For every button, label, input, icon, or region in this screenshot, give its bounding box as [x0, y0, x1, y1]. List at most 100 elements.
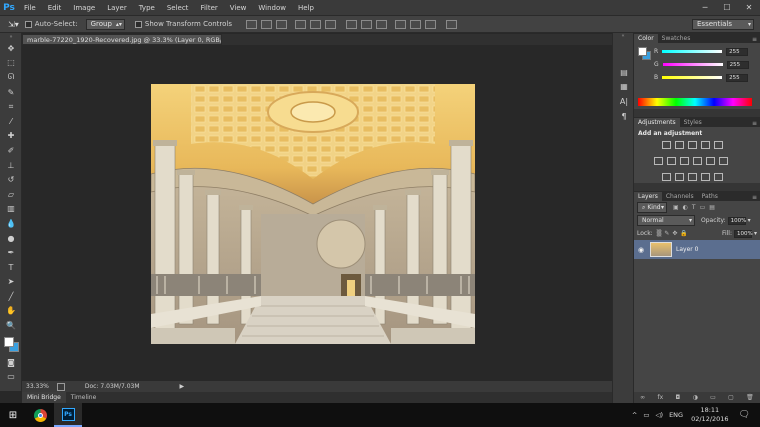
posterize-icon[interactable]: [675, 173, 684, 181]
menu-image[interactable]: Image: [67, 4, 101, 12]
blend-mode-dropdown[interactable]: Normal ▾: [637, 215, 695, 226]
color-lookup-icon[interactable]: [719, 157, 728, 165]
status-menu-arrow-icon[interactable]: ▶: [180, 383, 185, 390]
close-button[interactable]: ✕: [738, 0, 760, 15]
chrome-taskbar-icon[interactable]: [26, 403, 54, 427]
selective-color-icon[interactable]: [714, 173, 723, 181]
channel-mixer-icon[interactable]: [706, 157, 715, 165]
windows-start-icon[interactable]: ⊞: [0, 403, 26, 427]
curves-icon[interactable]: [688, 141, 697, 149]
character-panel-icon[interactable]: A|: [613, 94, 635, 109]
vibrance-icon[interactable]: [714, 141, 723, 149]
filter-icons[interactable]: ▣◐T▭▤: [673, 204, 719, 211]
hand-tool-icon[interactable]: ✋: [0, 304, 22, 319]
eyedropper-tool-icon[interactable]: ⁄: [0, 114, 22, 129]
lock-icons[interactable]: ▒✎✥🔒: [657, 230, 691, 237]
align-right-icon[interactable]: [325, 19, 337, 29]
tab-swatches[interactable]: Swatches: [658, 34, 695, 43]
menu-help[interactable]: Help: [292, 4, 320, 12]
adjustment-layer-icon[interactable]: ◑: [693, 394, 698, 401]
eraser-tool-icon[interactable]: ▱: [0, 187, 22, 202]
tab-color[interactable]: Color: [634, 34, 658, 43]
align-vcenter-icon[interactable]: [261, 19, 273, 29]
tab-timeline[interactable]: Timeline: [66, 392, 102, 403]
align-bottom-icon[interactable]: [276, 19, 288, 29]
action-center-icon[interactable]: 🗨: [739, 410, 750, 420]
workspace-dropdown[interactable]: Essentials ▾: [692, 18, 754, 30]
new-group-icon[interactable]: ▭: [710, 394, 716, 401]
delete-layer-icon[interactable]: 🗑: [746, 394, 754, 401]
auto-select-dropdown[interactable]: Group ▴▾: [85, 18, 125, 30]
history-brush-tool-icon[interactable]: ↺: [0, 172, 22, 187]
photoshop-taskbar-icon[interactable]: Ps: [54, 403, 82, 427]
red-slider[interactable]: [662, 50, 723, 53]
red-value-field[interactable]: 255: [726, 47, 749, 56]
menu-layer[interactable]: Layer: [101, 4, 133, 12]
restore-button[interactable]: ☐: [716, 0, 738, 15]
gradient-tool-icon[interactable]: ▥: [0, 202, 22, 217]
visibility-eye-icon[interactable]: ◉: [634, 246, 648, 254]
document-tab[interactable]: marble-77220_1920-Recovered.jpg @ 33.3% …: [22, 34, 222, 45]
filter-kind-dropdown[interactable]: ⌕ Kind ▾: [637, 202, 667, 213]
lasso-tool-icon[interactable]: ᘏ: [0, 70, 22, 85]
align-hcenter-icon[interactable]: [310, 19, 322, 29]
clock[interactable]: 18:11 02/12/2016: [691, 406, 728, 424]
clone-stamp-tool-icon[interactable]: ⊥: [0, 158, 22, 173]
volume-icon[interactable]: ◁): [656, 411, 664, 419]
menu-view[interactable]: View: [224, 4, 253, 12]
collapse-arrows-icon[interactable]: »: [0, 33, 22, 41]
threshold-icon[interactable]: [688, 173, 697, 181]
exposure-icon[interactable]: [701, 141, 710, 149]
distribute-bottom-icon[interactable]: [376, 19, 388, 29]
distribute-left-icon[interactable]: [395, 19, 407, 29]
menu-window[interactable]: Window: [252, 4, 292, 12]
move-tool-icon[interactable]: ⇲▾: [8, 20, 19, 29]
tab-channels[interactable]: Channels: [662, 192, 698, 201]
type-tool-icon[interactable]: T: [0, 260, 22, 275]
screen-mode-icon[interactable]: ▭: [0, 369, 22, 384]
dodge-tool-icon[interactable]: ●: [0, 231, 22, 246]
link-layers-icon[interactable]: ∞: [640, 394, 645, 401]
menu-filter[interactable]: Filter: [194, 4, 223, 12]
panel-menu-icon[interactable]: ≡: [752, 194, 757, 201]
gradient-map-icon[interactable]: [701, 173, 710, 181]
tab-mini-bridge[interactable]: Mini Bridge: [22, 392, 66, 403]
properties-panel-icon[interactable]: ▦: [613, 80, 635, 95]
path-selection-tool-icon[interactable]: ➤: [0, 275, 22, 290]
panel-menu-icon[interactable]: ≡: [752, 120, 757, 127]
layer-row[interactable]: ◉ Layer 0: [634, 240, 760, 259]
tab-styles[interactable]: Styles: [680, 118, 706, 127]
minimize-button[interactable]: ─: [694, 0, 716, 15]
show-transform-checkbox[interactable]: [134, 20, 142, 28]
document-image[interactable]: [151, 84, 475, 344]
distribute-vcenter-icon[interactable]: [361, 19, 373, 29]
fill-field[interactable]: 100%: [733, 229, 753, 238]
chevron-down-icon[interactable]: ▾: [748, 217, 751, 224]
tab-paths[interactable]: Paths: [698, 192, 722, 201]
brightness-icon[interactable]: [662, 141, 671, 149]
opacity-field[interactable]: 100%: [727, 216, 746, 225]
move-tool-icon[interactable]: ✥: [0, 41, 22, 56]
auto-select-checkbox[interactable]: [24, 20, 32, 28]
invert-icon[interactable]: [662, 173, 671, 181]
quick-mask-icon[interactable]: ◙: [0, 355, 22, 370]
marquee-tool-icon[interactable]: ⬚: [0, 56, 22, 71]
layer-mask-icon[interactable]: ◘: [675, 394, 680, 401]
blur-tool-icon[interactable]: 💧: [0, 216, 22, 231]
pen-tool-icon[interactable]: ✒: [0, 245, 22, 260]
shape-tool-icon[interactable]: ╱: [0, 289, 22, 304]
chevron-down-icon[interactable]: ▾: [754, 230, 757, 237]
status-info-icon[interactable]: [56, 382, 65, 391]
auto-align-icon[interactable]: [446, 19, 458, 29]
network-icon[interactable]: ▭: [643, 411, 649, 419]
blue-slider[interactable]: [662, 76, 723, 79]
photo-filter-icon[interactable]: [693, 157, 702, 165]
quick-select-tool-icon[interactable]: ✎: [0, 85, 22, 100]
language-indicator[interactable]: ENG: [669, 411, 683, 419]
brush-tool-icon[interactable]: ✐: [0, 143, 22, 158]
crop-tool-icon[interactable]: ⌗: [0, 99, 22, 114]
align-left-icon[interactable]: [295, 19, 307, 29]
zoom-level[interactable]: 33.33%: [26, 383, 49, 390]
color-balance-icon[interactable]: [667, 157, 676, 165]
zoom-tool-icon[interactable]: 🔍: [0, 318, 22, 333]
